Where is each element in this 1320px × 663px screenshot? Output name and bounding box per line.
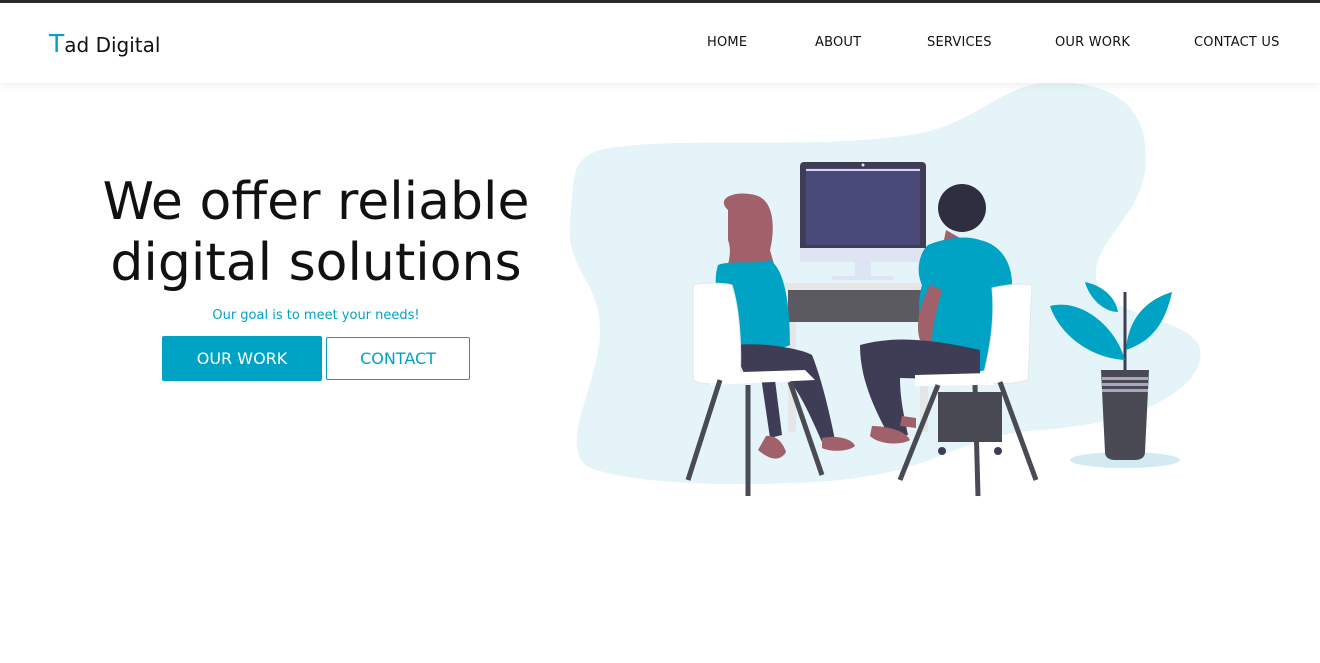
hero-title-line1: We offer reliable [102, 172, 530, 232]
woman-chair-back [692, 282, 742, 385]
cabinet-wheel-left [938, 447, 946, 455]
man-chair-leg-2 [972, 384, 981, 497]
hero-title: We offer reliable digital solutions [80, 172, 552, 294]
hero-tagline: Our goal is to meet your needs! [212, 308, 420, 323]
monitor-base [832, 276, 894, 280]
monitor-screen [806, 168, 920, 245]
cabinet-wheel-right [994, 447, 1002, 455]
brand-logo[interactable]: Tad Digital [49, 29, 160, 58]
hero-title-line2: digital solutions [110, 233, 522, 293]
desk-cabinet [938, 392, 1002, 442]
brand-name-rest: ad Digital [64, 33, 161, 57]
our-work-button[interactable]: OUR WORK [162, 336, 322, 381]
man-shoe-back [900, 416, 916, 428]
nav-our-work[interactable]: OUR WORK [1055, 35, 1130, 50]
man-head [938, 184, 986, 232]
nav-contact-us[interactable]: CONTACT US [1194, 35, 1280, 50]
monitor-chin [800, 248, 926, 262]
nav-services[interactable]: SERVICES [927, 35, 992, 50]
nav-home[interactable]: HOME [707, 35, 747, 50]
plant-pot-stripe-2 [1102, 383, 1148, 386]
monitor-screen-line [806, 169, 920, 171]
man-chair-seat [915, 373, 995, 386]
nav-about[interactable]: ABOUT [815, 35, 861, 50]
two-people-at-computer-illustration [569, 81, 1201, 497]
plant-pot-stripe-3 [1102, 389, 1148, 392]
brand-first-letter: T [49, 29, 65, 58]
contact-button[interactable]: CONTACT [326, 337, 470, 380]
navbar: Tad Digital HOME ABOUT SERVICES OUR WORK… [0, 3, 1320, 83]
plant-pot-stripe-1 [1102, 377, 1148, 380]
monitor-camera [861, 163, 865, 167]
monitor-stand [855, 262, 871, 276]
